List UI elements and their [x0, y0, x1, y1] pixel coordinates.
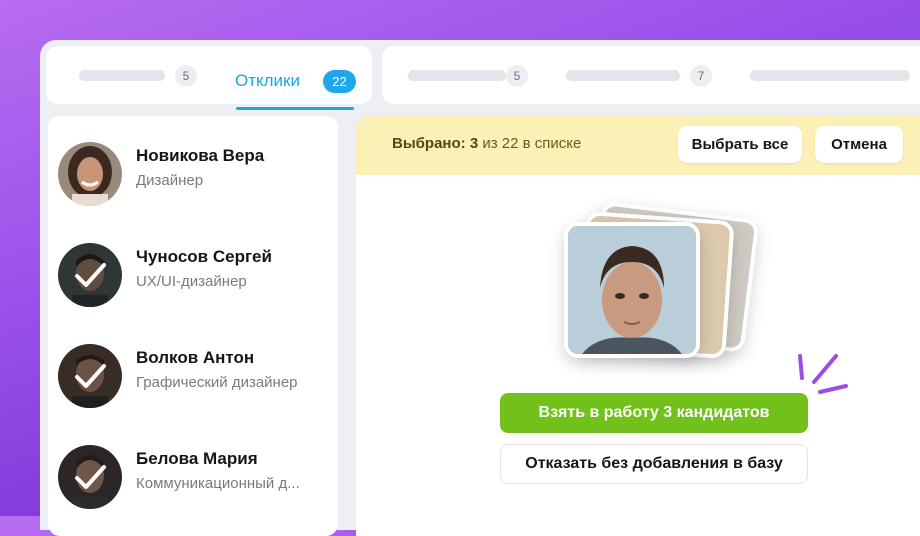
check-icon: [75, 263, 106, 287]
candidate-role: Графический дизайнер: [136, 374, 298, 391]
candidate-role: Дизайнер: [136, 172, 204, 189]
selection-prefix: Выбрано:: [392, 135, 466, 152]
candidate-item[interactable]: Новикова Вера Дизайнер: [58, 142, 338, 208]
active-tab-indicator: [236, 107, 354, 110]
tab-count-badge: 5: [506, 65, 528, 87]
avatar: [58, 243, 122, 307]
tab-placeholder[interactable]: [408, 70, 506, 81]
candidate-name: Новикова Вера: [136, 146, 265, 165]
candidate-photo-front: [564, 222, 700, 358]
selected-check-overlay: [58, 445, 122, 509]
reject-without-adding-button[interactable]: Отказать без добавления в базу: [500, 444, 808, 484]
take-to-work-button[interactable]: Взять в работу 3 кандидатов: [500, 393, 808, 433]
selection-summary: Выбрано: 3 из 22 в списке: [392, 135, 581, 152]
app-frame: 5 Отклики 22 5 7 Новикова Вера Дизайнер: [40, 40, 920, 536]
selection-bar: Выбрано: 3 из 22 в списке Выбрать все От…: [356, 116, 920, 175]
avatar: [58, 142, 122, 206]
cancel-button[interactable]: Отмена: [815, 126, 903, 163]
candidate-item[interactable]: Белова Мария Коммуникационный д...: [58, 445, 338, 511]
candidate-name: Чуносов Сергей: [136, 247, 272, 266]
tab-otkliki[interactable]: Отклики: [235, 71, 300, 91]
candidate-role: Коммуникационный д...: [136, 475, 300, 492]
candidate-name: Волков Антон: [136, 348, 255, 367]
avatar: [58, 445, 122, 509]
check-icon: [75, 364, 106, 388]
candidate-item[interactable]: Чуносов Сергей UX/UI-дизайнер: [58, 243, 338, 309]
tab-bar-right: 5 7: [382, 46, 920, 104]
avatar: [58, 344, 122, 408]
candidate-name: Белова Мария: [136, 449, 258, 468]
tab-placeholder[interactable]: [750, 70, 910, 81]
selection-count: 3: [469, 135, 479, 152]
tab-count-badge: 5: [175, 65, 197, 87]
candidate-item[interactable]: Волков Антон Графический дизайнер: [58, 344, 338, 410]
selection-suffix: из 22 в списке: [482, 135, 582, 152]
select-all-button[interactable]: Выбрать все: [678, 126, 802, 163]
candidate-list: Новикова Вера Дизайнер Чуносов Сергей UX…: [48, 116, 338, 536]
tab-otkliki-count-badge: 22: [323, 70, 356, 93]
selected-check-overlay: [58, 243, 122, 307]
tab-placeholder[interactable]: [566, 70, 680, 81]
tab-count-badge: 7: [690, 65, 712, 87]
tab-placeholder[interactable]: [79, 70, 165, 81]
selected-check-overlay: [58, 344, 122, 408]
check-icon: [75, 465, 106, 489]
selection-panel: Выбрано: 3 из 22 в списке Выбрать все От…: [356, 116, 920, 536]
tab-bar-left: 5 Отклики 22: [46, 46, 372, 110]
candidate-role: UX/UI-дизайнер: [136, 273, 247, 290]
